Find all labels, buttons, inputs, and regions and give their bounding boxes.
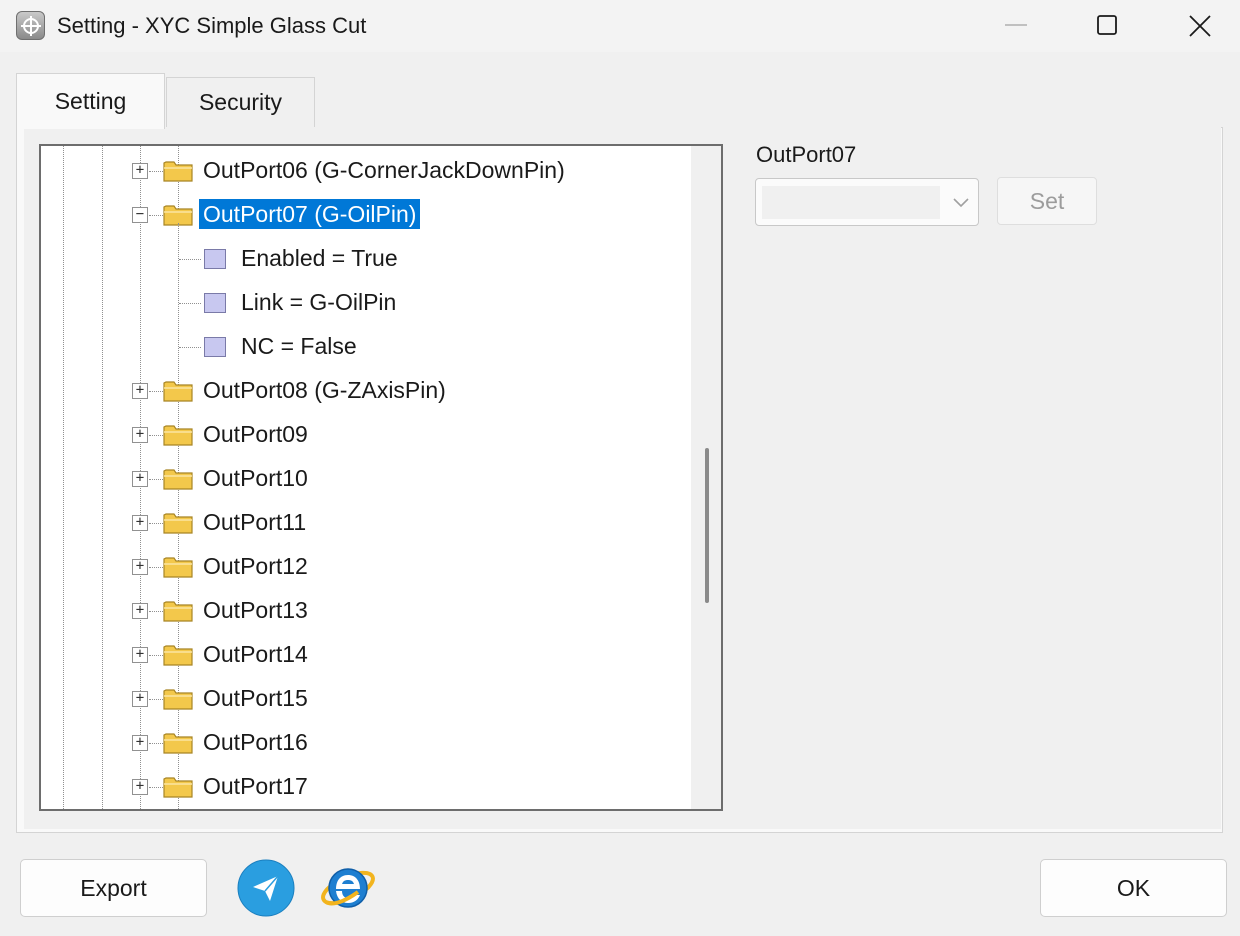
tree-node-folder[interactable]: + OutPort15 — [41, 677, 691, 721]
folder-icon — [163, 378, 193, 402]
close-icon — [1189, 15, 1211, 37]
tree-scrollbar[interactable] — [691, 146, 721, 809]
tree-connector — [149, 655, 163, 656]
folder-icon — [163, 642, 193, 666]
tree-node-folder[interactable]: + OutPort16 — [41, 721, 691, 765]
tree-connector — [149, 479, 163, 480]
chevron-down-icon — [953, 198, 969, 208]
expand-icon[interactable]: + — [132, 735, 148, 751]
tree-node-folder[interactable]: + OutPort17 — [41, 765, 691, 809]
export-button[interactable]: Export — [20, 859, 207, 917]
tree-node-label[interactable]: Enabled = True — [237, 243, 402, 273]
tab-security-label: Security — [198, 89, 283, 115]
crosshair-icon[interactable] — [16, 11, 45, 40]
maximize-icon — [1097, 15, 1117, 35]
tree-node-folder[interactable]: + OutPort13 — [41, 589, 691, 633]
tree-node-property[interactable]: Link = G-OilPin — [41, 281, 691, 325]
tree-connector — [179, 259, 201, 260]
expand-icon[interactable]: + — [132, 779, 148, 795]
tree-node-folder[interactable]: + OutPort10 — [41, 457, 691, 501]
expand-icon[interactable]: + — [132, 691, 148, 707]
tree-node-folder[interactable]: + OutPort12 — [41, 545, 691, 589]
tab-setting[interactable]: Setting — [16, 73, 165, 129]
folder-icon — [163, 466, 193, 490]
tree-node-label[interactable]: Link = G-OilPin — [237, 287, 400, 317]
tree-connector — [149, 611, 163, 612]
folder-icon — [163, 686, 193, 710]
tree-connector — [149, 699, 163, 700]
tree-node-folder[interactable]: − OutPort07 (G-OilPin) — [41, 193, 691, 237]
tree-connector — [149, 171, 163, 172]
tree-connector — [149, 787, 163, 788]
tree-node-label[interactable]: OutPort11 — [199, 507, 310, 537]
tree-node-label[interactable]: OutPort08 (G-ZAxisPin) — [199, 375, 450, 405]
tree-connector — [179, 347, 201, 348]
tree-node-label[interactable]: NC = False — [237, 331, 361, 361]
close-button[interactable] — [1154, 0, 1240, 52]
tree-node-label[interactable]: OutPort13 — [199, 595, 312, 625]
tree-node-label[interactable]: OutPort07 (G-OilPin) — [199, 199, 421, 229]
tree-node-folder[interactable]: + OutPort09 — [41, 413, 691, 457]
property-square-icon — [204, 249, 226, 269]
tree-node-label[interactable]: OutPort12 — [199, 551, 312, 581]
tree-child-guide — [178, 223, 179, 347]
tree-connector — [179, 303, 201, 304]
settings-tree[interactable]: + OutPort06 (G-CornerJackDownPin) − OutPort… — [39, 144, 723, 811]
folder-icon — [163, 422, 193, 446]
tree-node-folder[interactable]: + OutPort06 (G-CornerJackDownPin) — [41, 149, 691, 193]
folder-icon — [163, 158, 193, 182]
folder-icon — [163, 598, 193, 622]
tree-connector — [149, 523, 163, 524]
window-title: Setting - XYC Simple Glass Cut — [57, 13, 367, 38]
expand-icon[interactable]: + — [132, 383, 148, 399]
tree-node-folder[interactable]: + OutPort11 — [41, 501, 691, 545]
title-bar: Setting - XYC Simple Glass Cut — [0, 0, 1240, 52]
folder-icon — [163, 554, 193, 578]
tree-node-property[interactable]: NC = False — [41, 325, 691, 369]
tab-security[interactable]: Security — [166, 77, 315, 127]
tree-node-label[interactable]: OutPort06 (G-CornerJackDownPin) — [199, 155, 569, 185]
tree-node-folder[interactable]: + OutPort08 (G-ZAxisPin) — [41, 369, 691, 413]
tree-connector — [149, 215, 163, 216]
tree-node-property[interactable]: Enabled = True — [41, 237, 691, 281]
tree-node-label[interactable]: OutPort15 — [199, 683, 312, 713]
folder-icon — [163, 774, 193, 798]
tree-connector — [149, 391, 163, 392]
internet-explorer-icon[interactable] — [318, 856, 378, 918]
collapse-icon[interactable]: − — [132, 207, 148, 223]
value-combobox[interactable] — [755, 178, 979, 226]
tree-node-folder[interactable]: + OutPort14 — [41, 633, 691, 677]
tree-node-label[interactable]: OutPort09 — [199, 419, 312, 449]
tree-node-label[interactable]: OutPort17 — [199, 771, 312, 801]
property-label: OutPort07 — [756, 142, 857, 167]
scroll-thumb[interactable] — [705, 448, 709, 603]
tree-node-label[interactable]: OutPort10 — [199, 463, 312, 493]
expand-icon[interactable]: + — [132, 647, 148, 663]
tab-setting-label: Setting — [54, 88, 127, 114]
tree-node-label[interactable]: OutPort16 — [199, 727, 312, 757]
ok-button[interactable]: OK — [1040, 859, 1227, 917]
expand-icon[interactable]: + — [132, 427, 148, 443]
set-button[interactable]: Set — [997, 177, 1097, 225]
maximize-button[interactable] — [1062, 0, 1154, 52]
expand-icon[interactable]: + — [132, 471, 148, 487]
minimize-icon — [1005, 24, 1027, 26]
minimize-button[interactable] — [970, 0, 1062, 52]
expand-icon[interactable]: + — [132, 603, 148, 619]
tree-connector — [149, 567, 163, 568]
expand-icon[interactable]: + — [132, 163, 148, 179]
combobox-field[interactable] — [762, 186, 940, 219]
tree-connector — [149, 743, 163, 744]
property-square-icon — [204, 293, 226, 313]
telegram-icon[interactable] — [237, 859, 295, 917]
folder-icon — [163, 510, 193, 534]
tree-node-label[interactable]: OutPort14 — [199, 639, 312, 669]
folder-icon — [163, 730, 193, 754]
expand-icon[interactable]: + — [132, 515, 148, 531]
expand-icon[interactable]: + — [132, 559, 148, 575]
tree-connector — [149, 435, 163, 436]
property-square-icon — [204, 337, 226, 357]
